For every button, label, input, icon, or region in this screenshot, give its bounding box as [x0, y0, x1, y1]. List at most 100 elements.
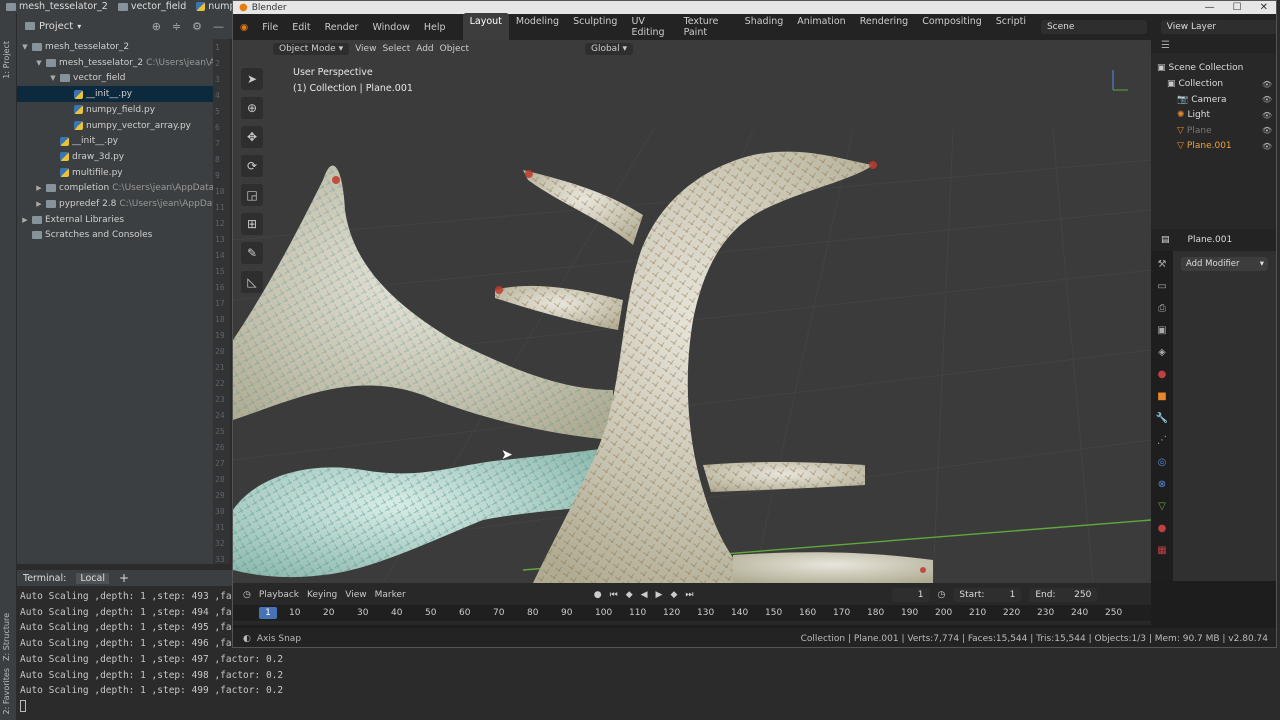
workspace-tab[interactable]: Texture Paint: [677, 13, 738, 41]
properties-type-icon[interactable]: ▤: [1161, 235, 1170, 245]
workspace-tab[interactable]: Sculpting: [566, 13, 624, 41]
menu-window[interactable]: Window: [365, 22, 416, 33]
workspace-tab[interactable]: Modeling: [509, 13, 566, 41]
data-tab-icon[interactable]: ▽: [1155, 501, 1169, 517]
menu-render[interactable]: Render: [318, 22, 366, 33]
record-button[interactable]: ●: [594, 590, 602, 600]
next-keyframe-button[interactable]: ◆: [670, 590, 677, 600]
outliner-item[interactable]: ▣ Collection 👁: [1167, 76, 1276, 92]
menu-edit[interactable]: Edit: [285, 22, 317, 33]
output-tab-icon[interactable]: ⎙: [1155, 303, 1169, 319]
expanded-arrow-icon[interactable]: ▼: [49, 74, 57, 82]
scale-tool-icon[interactable]: ◲: [241, 184, 263, 206]
view-layer-selector[interactable]: View Layer: [1160, 20, 1276, 34]
workspace-tab[interactable]: Shading: [738, 13, 791, 41]
expanded-arrow-icon[interactable]: ▼: [21, 43, 29, 51]
tab-project-root[interactable]: mesh_tesselator_2: [6, 1, 108, 12]
project-tool-button[interactable]: 1: Project: [2, 41, 11, 79]
expanded-arrow-icon[interactable]: ▼: [35, 59, 43, 67]
tab-nump[interactable]: nump: [196, 1, 232, 12]
timeline-menu-keying[interactable]: Keying: [307, 590, 337, 600]
annotate-tool-icon[interactable]: ✎: [241, 242, 263, 264]
particles-tab-icon[interactable]: ⋰: [1155, 435, 1169, 451]
visibility-eye-icon[interactable]: 👁: [1262, 142, 1276, 151]
play-reverse-button[interactable]: ◀: [641, 590, 648, 600]
object-mode-dropdown[interactable]: Object Mode ▾: [273, 42, 350, 55]
close-window-button[interactable]: ✕: [1260, 2, 1268, 13]
workspace-tab[interactable]: Scripti: [989, 13, 1033, 41]
workspace-tab[interactable]: UV Editing: [624, 13, 676, 41]
viewport-menu-view[interactable]: View: [355, 44, 376, 54]
rotate-tool-icon[interactable]: ⟳: [241, 155, 263, 177]
constraints-tab-icon[interactable]: ⊗: [1155, 479, 1169, 495]
tool-tab-icon[interactable]: ⚒: [1155, 259, 1169, 275]
collapsed-arrow-icon[interactable]: ▶: [35, 200, 43, 208]
preview-range-icon[interactable]: ◷: [938, 590, 946, 600]
outliner-item[interactable]: ▽ Plane.001 👁: [1177, 138, 1276, 154]
terminal-tab-local[interactable]: Local: [76, 572, 109, 584]
tree-item[interactable]: ▶ completion C:\Users\jean\AppData\: [17, 180, 230, 196]
world-tab-icon[interactable]: ●: [1155, 369, 1169, 385]
current-frame-marker[interactable]: 1: [259, 607, 277, 619]
object-tab-icon[interactable]: ■: [1155, 391, 1169, 407]
collapse-icon[interactable]: ≑: [172, 20, 181, 33]
tree-item[interactable]: ▼ mesh_tesselator_2: [17, 39, 230, 55]
minimize-icon[interactable]: —: [213, 20, 224, 33]
tab-vector-field[interactable]: vector_field: [117, 1, 186, 12]
visibility-eye-icon[interactable]: 👁: [1262, 111, 1276, 120]
material-tab-icon[interactable]: ●: [1155, 523, 1169, 539]
outliner-type-icon[interactable]: ☰: [1161, 40, 1170, 51]
start-frame-field[interactable]: Start: 1: [953, 587, 1022, 602]
favorites-tool-button[interactable]: 2: Favorites: [2, 668, 11, 714]
texture-tab-icon[interactable]: ▦: [1155, 545, 1169, 561]
structure-tool-button[interactable]: Z: Structure: [2, 613, 11, 661]
blender-menu-icon[interactable]: ◉: [233, 22, 255, 33]
tree-item[interactable]: Scratches and Consoles: [17, 227, 230, 243]
outliner-item[interactable]: 📷 Camera 👁: [1177, 92, 1276, 108]
timeline-menu-view[interactable]: View: [345, 590, 366, 600]
viewport-menu-select[interactable]: Select: [382, 44, 410, 54]
view-layer-tab-icon[interactable]: ▣: [1155, 325, 1169, 341]
jump-start-button[interactable]: ⏮: [610, 590, 618, 600]
timeline-ruler[interactable]: 1 10 20 30 40 50 60 70 80 90 100 110 120 130 140 150 16…: [233, 605, 1151, 621]
tree-item[interactable]: numpy_field.py: [17, 102, 230, 118]
workspace-tab[interactable]: Compositing: [915, 13, 989, 41]
tree-item[interactable]: __init__.py: [17, 133, 230, 149]
physics-tab-icon[interactable]: ◎: [1155, 457, 1169, 473]
scene-collection-row[interactable]: ▣ Scene Collection: [1157, 60, 1243, 76]
measure-tool-icon[interactable]: ◺: [241, 271, 263, 293]
tree-item[interactable]: ▶ External Libraries: [17, 212, 230, 228]
menu-help[interactable]: Help: [417, 22, 453, 33]
add-modifier-dropdown[interactable]: Add Modifier ▾: [1181, 257, 1268, 271]
transform-tool-icon[interactable]: ⊞: [241, 213, 263, 235]
tree-item[interactable]: ▼ mesh_tesselator_2 C:\Users\jean\Ap: [17, 55, 230, 71]
tree-item[interactable]: ▼ vector_field: [17, 70, 230, 86]
cursor-tool-icon[interactable]: ⊕: [241, 97, 263, 119]
workspace-tab[interactable]: Rendering: [853, 13, 916, 41]
end-frame-field[interactable]: End: 250: [1029, 587, 1098, 602]
timeline-menu-marker[interactable]: Marker: [375, 590, 406, 600]
project-dropdown[interactable]: Project: [39, 21, 73, 32]
tree-item[interactable]: draw_3d.py: [17, 149, 230, 165]
select-tool-icon[interactable]: ➤: [241, 68, 263, 90]
play-button[interactable]: ▶: [656, 590, 663, 600]
outliner-item[interactable]: ✺ Light 👁: [1177, 107, 1276, 123]
current-frame-field[interactable]: 1: [891, 587, 930, 602]
viewport-menu-object[interactable]: Object: [440, 44, 469, 54]
3d-viewport[interactable]: Object Mode ▾ View Select Add Object Glo…: [233, 40, 1151, 583]
collapsed-arrow-icon[interactable]: ▶: [21, 216, 29, 224]
timeline-menu-playback[interactable]: Playback: [259, 590, 299, 600]
minimize-window-button[interactable]: —: [1205, 2, 1215, 13]
jump-end-button[interactable]: ⏭: [685, 590, 693, 600]
maximize-window-button[interactable]: ☐: [1233, 2, 1242, 13]
collapsed-arrow-icon[interactable]: ▶: [35, 184, 43, 192]
gear-icon[interactable]: ⚙: [192, 20, 202, 33]
tree-item[interactable]: __init__.py: [17, 86, 230, 103]
chevron-down-icon[interactable]: ▾: [77, 22, 81, 31]
add-terminal-button[interactable]: +: [119, 571, 129, 585]
visibility-eye-icon[interactable]: 👁: [1262, 95, 1276, 104]
visibility-eye-icon[interactable]: 👁: [1262, 80, 1276, 89]
workspace-tab[interactable]: Layout: [462, 13, 509, 41]
transform-orientation-dropdown[interactable]: Global ▾: [584, 42, 634, 55]
target-icon[interactable]: ⊕: [152, 20, 161, 33]
